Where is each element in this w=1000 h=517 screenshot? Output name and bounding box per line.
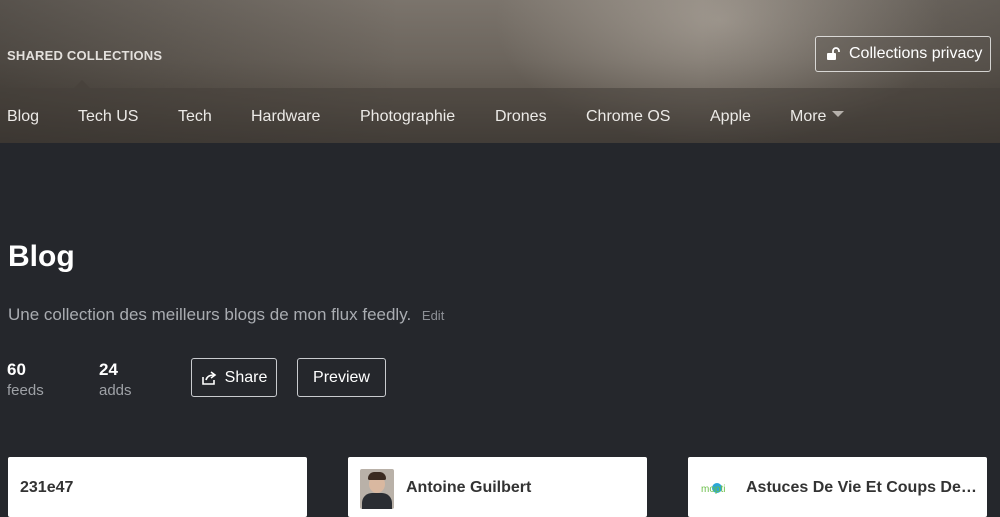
share-label: Share xyxy=(224,368,268,386)
more-menu[interactable]: More xyxy=(790,108,845,126)
feeds-label: feeds xyxy=(7,382,44,399)
share-button[interactable]: Share xyxy=(191,358,277,397)
collections-privacy-button[interactable]: Collections privacy xyxy=(815,36,991,72)
more-label: More xyxy=(790,108,827,125)
tab-tech-us[interactable]: Tech US xyxy=(78,108,138,126)
adds-label: adds xyxy=(99,382,132,399)
avatar xyxy=(360,469,394,509)
collections-nav: Blog Tech US Tech Hardware Photographie … xyxy=(0,88,1000,143)
preview-button[interactable]: Preview xyxy=(297,358,386,397)
section-caret-icon xyxy=(74,80,90,88)
adds-count: 24 xyxy=(99,360,118,379)
adds-stat: 24 adds xyxy=(99,360,132,399)
tab-drones[interactable]: Drones xyxy=(495,108,547,126)
mopti-logo-icon: mopti xyxy=(701,483,725,495)
feed-card[interactable]: mopti Astuces De Vie Et Coups De… xyxy=(688,457,987,517)
tab-photographie[interactable]: Photographie xyxy=(360,108,455,126)
lock-icon xyxy=(827,47,840,60)
tab-chrome-os[interactable]: Chrome OS xyxy=(586,108,670,126)
chevron-down-icon xyxy=(832,111,845,117)
collection-description: Une collection des meilleurs blogs de mo… xyxy=(8,305,444,325)
feed-card-title: Antoine Guilbert xyxy=(406,479,532,496)
page-title: Blog xyxy=(8,240,75,273)
tab-apple[interactable]: Apple xyxy=(710,108,751,126)
description-text: Une collection des meilleurs blogs de mo… xyxy=(8,305,412,324)
feed-card-title: Astuces De Vie Et Coups De… xyxy=(746,479,977,496)
tab-tech[interactable]: Tech xyxy=(178,108,212,126)
tab-blog[interactable]: Blog xyxy=(7,108,39,126)
feed-card[interactable]: 231e47 xyxy=(8,457,307,517)
tab-hardware[interactable]: Hardware xyxy=(251,108,320,126)
feed-card[interactable]: Antoine Guilbert xyxy=(348,457,647,517)
preview-label: Preview xyxy=(313,368,370,386)
shared-collections-label: SHARED COLLECTIONS xyxy=(7,48,163,63)
share-icon xyxy=(201,370,216,385)
feeds-stat: 60 feeds xyxy=(7,360,44,399)
svg-text:mopti: mopti xyxy=(701,484,725,495)
feed-card-title: 231e47 xyxy=(20,479,74,496)
edit-description-link[interactable]: Edit xyxy=(422,308,444,323)
feeds-count: 60 xyxy=(7,360,26,379)
collections-privacy-label: Collections privacy xyxy=(849,45,983,62)
